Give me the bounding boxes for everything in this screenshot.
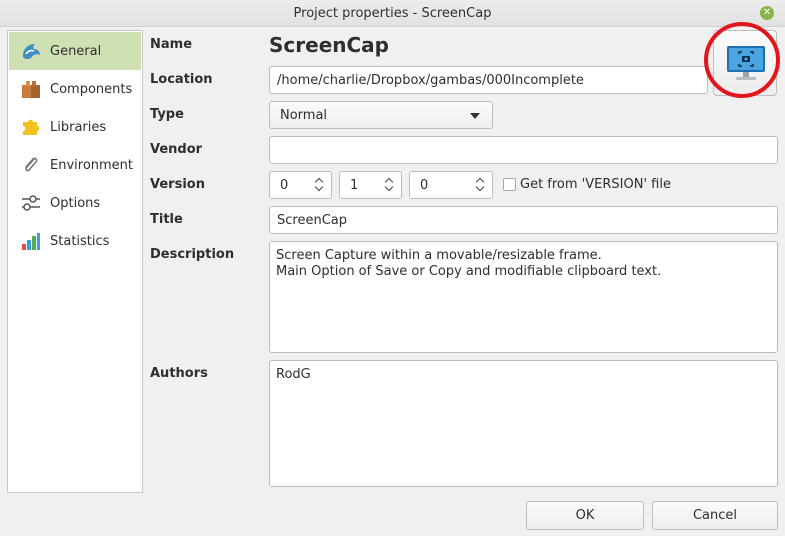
type-select[interactable]: Normal xyxy=(269,101,493,129)
ok-button[interactable]: OK xyxy=(526,501,644,530)
vendor-field[interactable] xyxy=(269,136,778,164)
version-file-checkbox[interactable] xyxy=(503,178,516,191)
location-label: Location xyxy=(150,72,213,87)
title-label: Title xyxy=(150,212,183,227)
sidebar-item-statistics[interactable]: Statistics xyxy=(9,222,141,260)
description-line: Screen Capture within a movable/resizabl… xyxy=(276,248,602,263)
sidebar-item-general[interactable]: General xyxy=(9,32,141,70)
bar-chart-icon xyxy=(20,230,42,252)
description-label: Description xyxy=(150,247,235,262)
title-field[interactable]: ScreenCap xyxy=(269,206,778,234)
spin-arrows-icon[interactable] xyxy=(475,177,486,193)
name-label: Name xyxy=(150,37,193,52)
project-name: ScreenCap xyxy=(269,33,389,57)
vendor-label: Vendor xyxy=(150,142,203,157)
description-textarea[interactable]: Screen Capture within a movable/resizabl… xyxy=(269,241,778,353)
paperclip-icon xyxy=(20,154,42,176)
authors-value: RodG xyxy=(276,367,311,382)
type-label: Type xyxy=(150,107,184,122)
type-value: Normal xyxy=(280,107,328,123)
sidebar-item-label: Options xyxy=(50,195,101,211)
sidebar-item-label: Environment xyxy=(50,157,134,173)
puzzle-icon xyxy=(20,116,42,138)
spin-arrows-icon[interactable] xyxy=(314,177,325,193)
sidebar-item-label: Libraries xyxy=(50,119,107,135)
sidebar-item-libraries[interactable]: Libraries xyxy=(9,108,141,146)
chevron-down-icon xyxy=(470,113,480,119)
highlight-ring xyxy=(704,22,780,98)
authors-label: Authors xyxy=(150,366,208,381)
sidebar-item-environment[interactable]: Environment xyxy=(9,146,141,184)
gambas-bird-icon xyxy=(20,40,42,62)
version-major-value: 0 xyxy=(280,177,289,193)
version-minor-value: 1 xyxy=(350,177,359,193)
version-minor-spinbox[interactable]: 1 xyxy=(339,171,402,199)
title-bar: Project properties - ScreenCap ✕ xyxy=(0,0,785,27)
sidebar-item-options[interactable]: Options xyxy=(9,184,141,222)
version-major-spinbox[interactable]: 0 xyxy=(269,171,332,199)
location-field[interactable]: /home/charlie/Dropbox/gambas/000Incomple… xyxy=(269,66,708,94)
cancel-button[interactable]: Cancel xyxy=(652,501,778,530)
authors-textarea[interactable]: RodG xyxy=(269,360,778,487)
version-label: Version xyxy=(150,177,205,192)
version-file-label[interactable]: Get from 'VERSION' file xyxy=(520,177,671,192)
sidebar-item-label: Statistics xyxy=(50,233,110,249)
sidebar-item-components[interactable]: Components xyxy=(9,70,141,108)
version-patch-value: 0 xyxy=(420,177,429,193)
sidebar-item-label: Components xyxy=(50,81,133,97)
version-patch-spinbox[interactable]: 0 xyxy=(409,171,493,199)
package-icon xyxy=(20,78,42,100)
sidebar-item-label: General xyxy=(50,43,102,59)
close-icon[interactable]: ✕ xyxy=(760,6,774,20)
spin-arrows-icon[interactable] xyxy=(384,177,395,193)
description-line: Main Option of Save or Copy and modifiab… xyxy=(276,264,662,279)
sidebar: General Components Libraries Environment xyxy=(7,30,143,493)
sliders-icon xyxy=(20,192,42,214)
window-title: Project properties - ScreenCap xyxy=(293,6,492,21)
